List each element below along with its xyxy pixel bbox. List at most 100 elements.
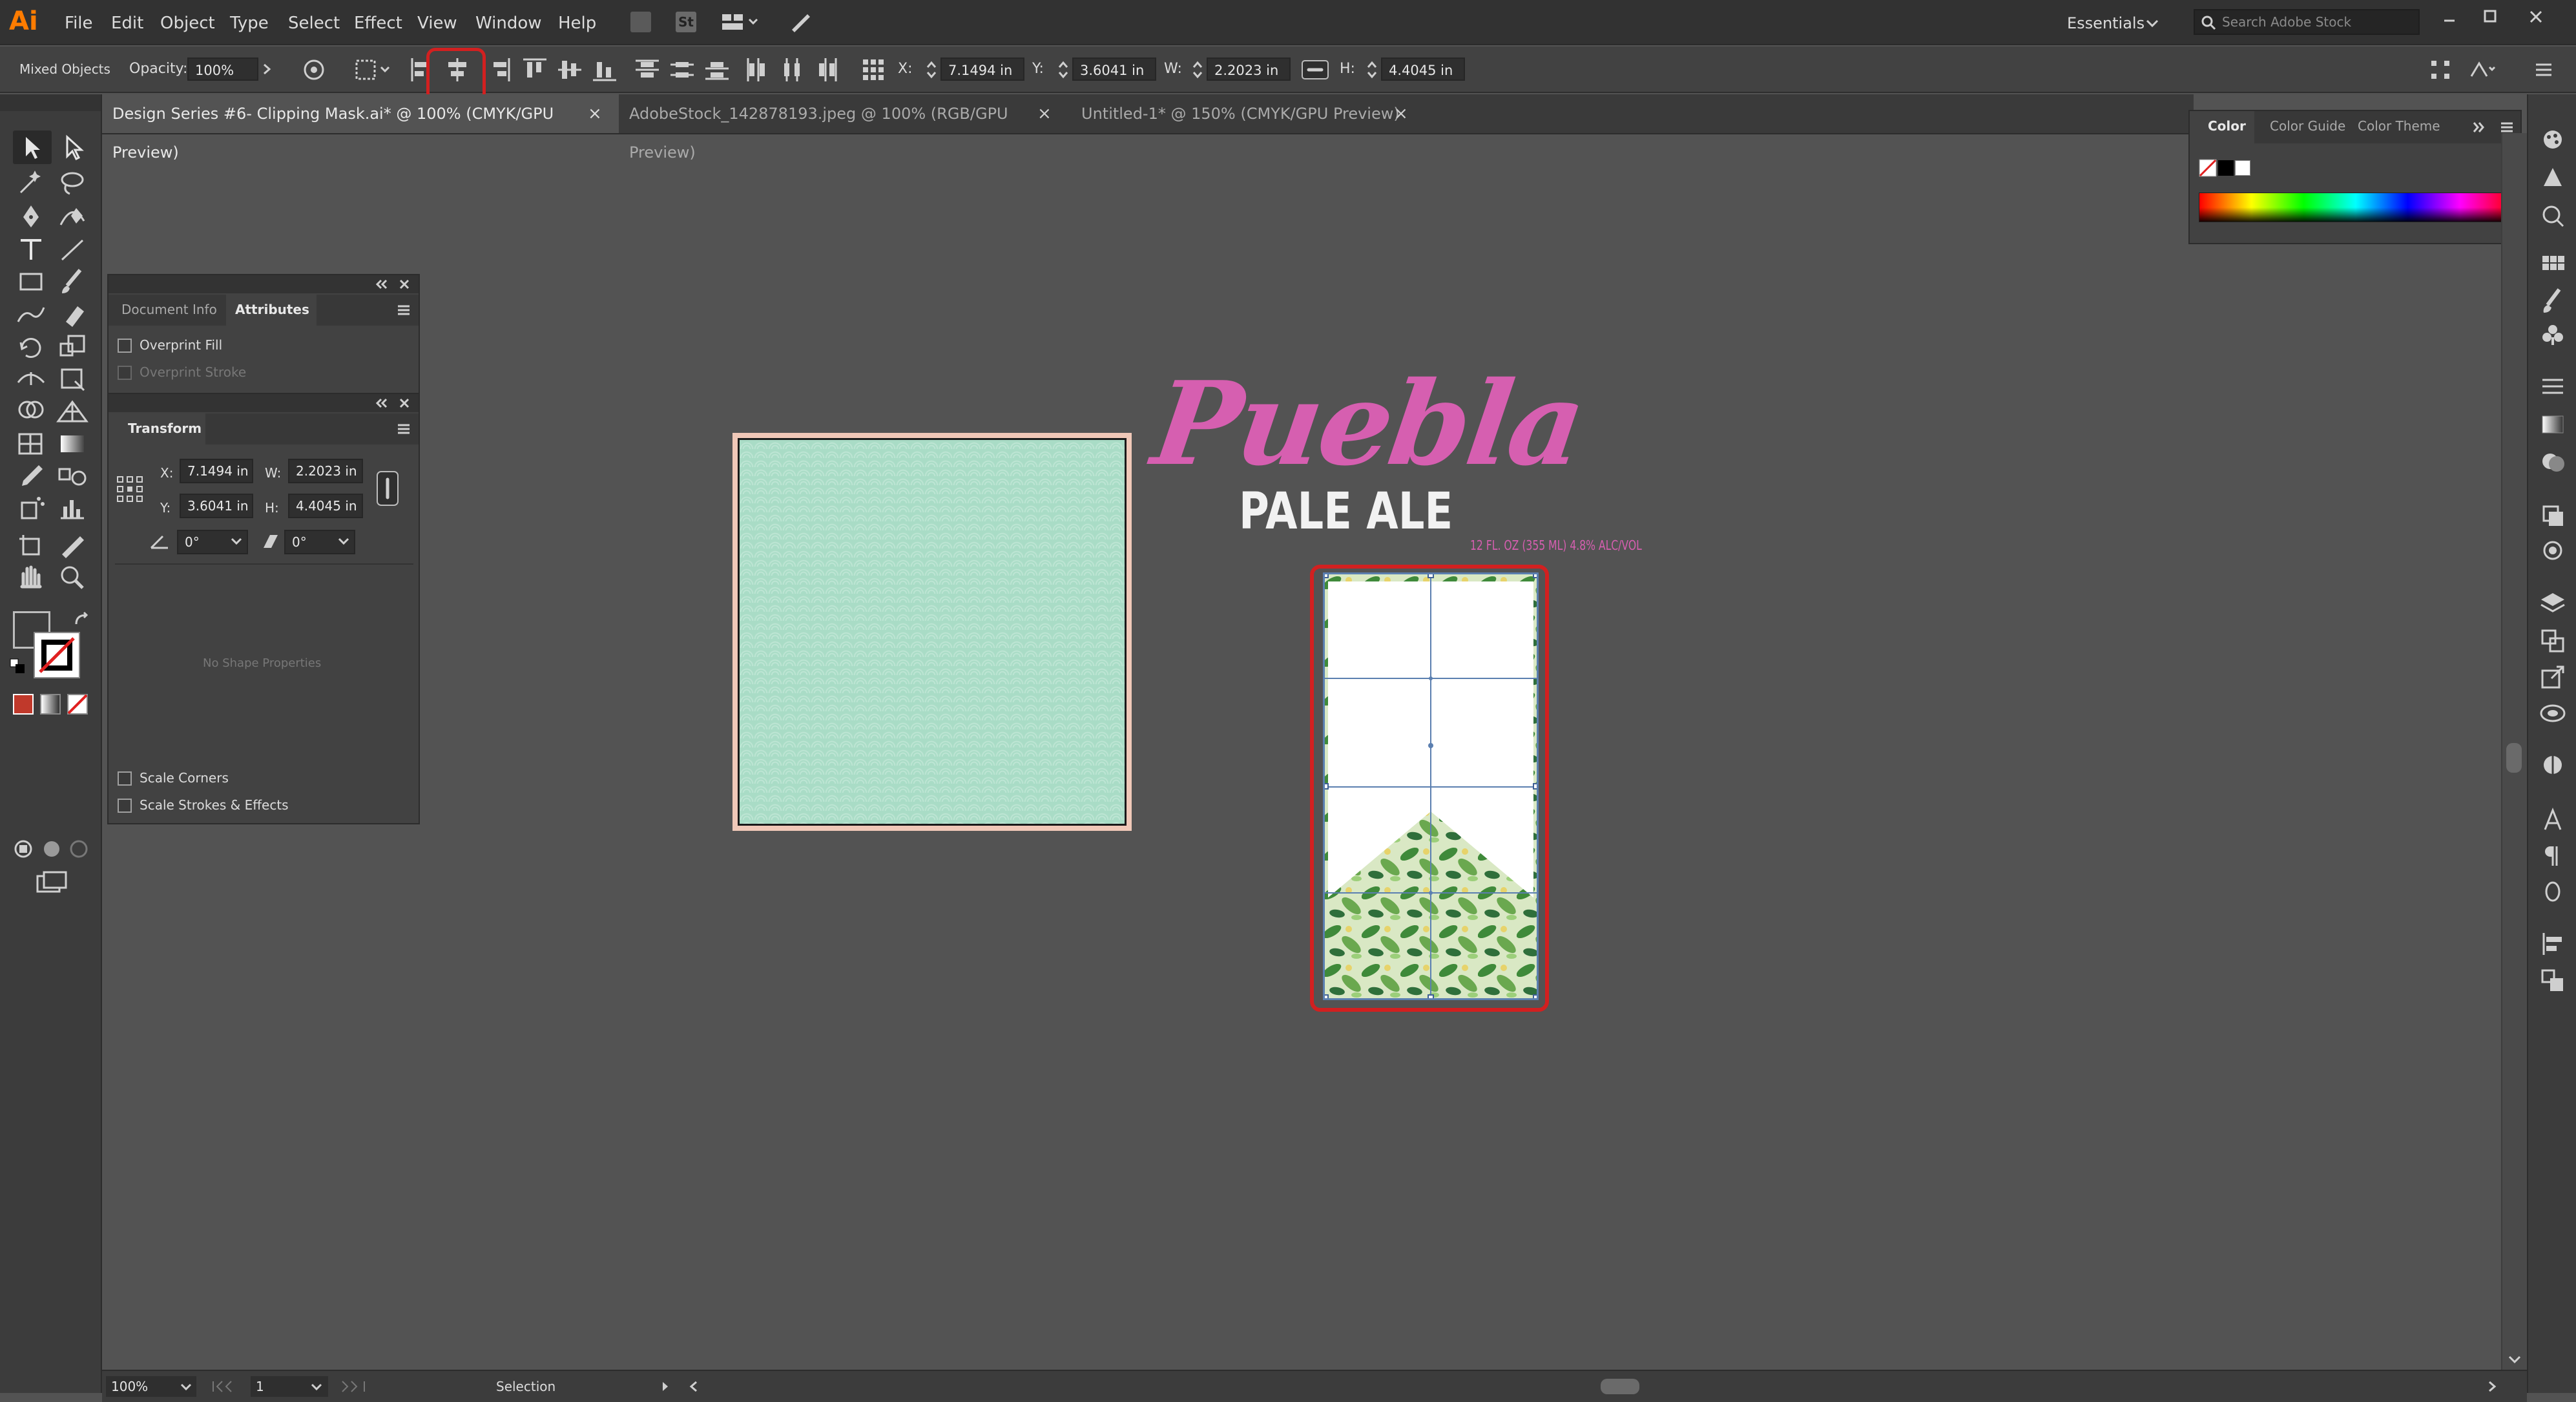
character-icon[interactable] <box>2537 805 2568 835</box>
align-bottom-icon[interactable] <box>590 56 619 84</box>
menu-edit[interactable]: Edit <box>111 0 143 44</box>
chevron-down-icon[interactable] <box>2508 1354 2522 1366</box>
color-panel-icon[interactable] <box>2537 125 2568 155</box>
symbol-sprayer-tool-icon[interactable] <box>13 492 49 523</box>
transform-options-icon[interactable] <box>2429 58 2452 81</box>
libraries-icon[interactable] <box>2537 699 2568 729</box>
paintbrush-tool-icon[interactable] <box>54 266 90 297</box>
tab-color[interactable]: Color <box>2208 111 2246 141</box>
bridge-icon[interactable] <box>630 12 651 32</box>
column-graph-tool-icon[interactable] <box>54 492 90 523</box>
chevron-down-icon[interactable] <box>2146 18 2159 28</box>
distribute-top-icon[interactable] <box>633 56 661 84</box>
pathfinder-icon[interactable] <box>2537 751 2568 780</box>
tab-design-series[interactable]: Design Series #6- Clipping Mask.ai* @ 10… <box>102 94 619 162</box>
square-artboard-bleed[interactable] <box>732 433 1132 831</box>
volume-text[interactable]: 12 FL. OZ (355 ML) 4.8% ALC/VOL <box>1470 538 1642 553</box>
product-name[interactable]: PALE ALE <box>1239 485 1453 539</box>
menu-select[interactable]: Select <box>288 0 340 44</box>
transform-panel-icon[interactable] <box>2537 965 2568 995</box>
selection-tool-icon[interactable] <box>13 132 49 163</box>
rectangle-tool-icon[interactable] <box>13 266 49 297</box>
symbols-icon[interactable] <box>2537 320 2568 350</box>
color-mode-button[interactable] <box>13 694 34 715</box>
menu-effect[interactable]: Effect <box>354 0 402 44</box>
color-guide-icon[interactable] <box>2537 163 2568 193</box>
opacity-field[interactable]: 100% <box>187 58 258 81</box>
pen-tool-icon[interactable] <box>13 202 49 233</box>
tab-close-icon[interactable]: × <box>1037 94 1052 133</box>
clipped-label-object[interactable] <box>1323 572 1539 1000</box>
stroke-icon[interactable] <box>2537 372 2568 402</box>
expand-icon[interactable] <box>2470 120 2487 134</box>
artboards-icon[interactable] <box>2537 625 2568 655</box>
reference-point-icon[interactable] <box>115 474 145 504</box>
type-tool-icon[interactable] <box>13 234 49 265</box>
lasso-tool-icon[interactable] <box>54 167 90 198</box>
menu-file[interactable]: File <box>65 0 93 44</box>
collapse-icon[interactable] <box>373 397 390 410</box>
direct-selection-tool-icon[interactable] <box>54 132 90 163</box>
horizontal-scroll-thumb[interactable] <box>1601 1379 1639 1394</box>
control-menu-icon[interactable] <box>2532 59 2555 80</box>
distribute-horizontal-center-icon[interactable] <box>778 56 806 84</box>
gradient-icon[interactable] <box>2537 410 2568 439</box>
mesh-tool-icon[interactable] <box>13 428 49 459</box>
w-stepper-icon[interactable] <box>1191 59 1204 80</box>
swap-fill-stroke-icon[interactable] <box>72 611 92 631</box>
x-field[interactable]: 7.1494 in <box>940 58 1024 81</box>
isolate-icon[interactable] <box>2467 58 2496 81</box>
panel-menu-icon[interactable] <box>395 302 412 318</box>
h-stepper-icon[interactable] <box>1366 59 1378 80</box>
magic-wand-tool-icon[interactable] <box>13 167 49 198</box>
close-panel-icon[interactable] <box>398 397 411 410</box>
swatches-icon[interactable] <box>2537 249 2568 279</box>
width-tool-icon[interactable] <box>13 363 49 394</box>
scale-corners-checkbox[interactable] <box>118 771 132 786</box>
vertical-scroll-thumb[interactable] <box>2506 743 2522 773</box>
gradient-tool-icon[interactable] <box>54 428 90 459</box>
curvature-tool-icon[interactable] <box>54 202 90 233</box>
status-menu-arrow-icon[interactable] <box>659 1380 672 1393</box>
transform-w-field[interactable]: 2.2023 in <box>288 459 363 483</box>
distribute-bottom-icon[interactable] <box>703 56 731 84</box>
vertical-scrollbar[interactable] <box>2501 133 2527 1370</box>
menu-view[interactable]: View <box>417 0 457 44</box>
paragraph-icon[interactable] <box>2537 841 2568 871</box>
white-swatch[interactable] <box>2235 160 2250 176</box>
eyedropper-tool-icon[interactable] <box>13 460 49 491</box>
draw-behind-icon[interactable] <box>40 837 63 861</box>
transform-x-field[interactable]: 7.1494 in <box>180 459 253 483</box>
scroll-left-icon[interactable] <box>687 1380 700 1393</box>
stock-icon[interactable]: St <box>676 12 696 32</box>
constrain-proportions-icon[interactable] <box>1301 58 1329 81</box>
y-stepper-icon[interactable] <box>1057 59 1070 80</box>
zoom-field[interactable]: 100% <box>106 1376 196 1397</box>
overprint-fill-checkbox[interactable] <box>118 339 132 353</box>
minimize-icon[interactable] <box>2442 12 2457 27</box>
menu-help[interactable]: Help <box>558 0 596 44</box>
layers-icon[interactable] <box>2537 588 2568 618</box>
menu-window[interactable]: Window <box>475 0 542 44</box>
line-segment-tool-icon[interactable] <box>54 234 90 265</box>
puebla-logo[interactable]: Puebla <box>1145 356 1590 495</box>
scroll-right-icon[interactable] <box>2486 1380 2498 1393</box>
hand-tool-icon[interactable] <box>13 561 49 592</box>
reference-point-icon[interactable] <box>859 56 888 84</box>
scale-tool-icon[interactable] <box>54 331 90 362</box>
menu-type[interactable]: Type <box>230 0 269 44</box>
tab-document-info[interactable]: Document Info <box>121 295 217 324</box>
tab-color-guide[interactable]: Color Guide <box>2270 111 2345 141</box>
chevron-down-icon[interactable] <box>337 536 350 547</box>
stock-search[interactable]: Search Adobe Stock <box>2194 9 2420 35</box>
artboard-number-field[interactable]: 1 <box>251 1376 328 1397</box>
screen-mode-icon[interactable] <box>35 870 68 895</box>
maximize-icon[interactable] <box>2482 8 2500 26</box>
gpu-performance-icon[interactable] <box>788 10 814 34</box>
color-themes-icon[interactable] <box>2537 200 2568 230</box>
menu-object[interactable]: Object <box>160 0 215 44</box>
w-field[interactable]: 2.2023 in <box>1207 58 1291 81</box>
h-field[interactable]: 4.4045 in <box>1381 58 1465 81</box>
brushes-icon[interactable] <box>2537 286 2568 315</box>
asset-export-icon[interactable] <box>2537 663 2568 693</box>
